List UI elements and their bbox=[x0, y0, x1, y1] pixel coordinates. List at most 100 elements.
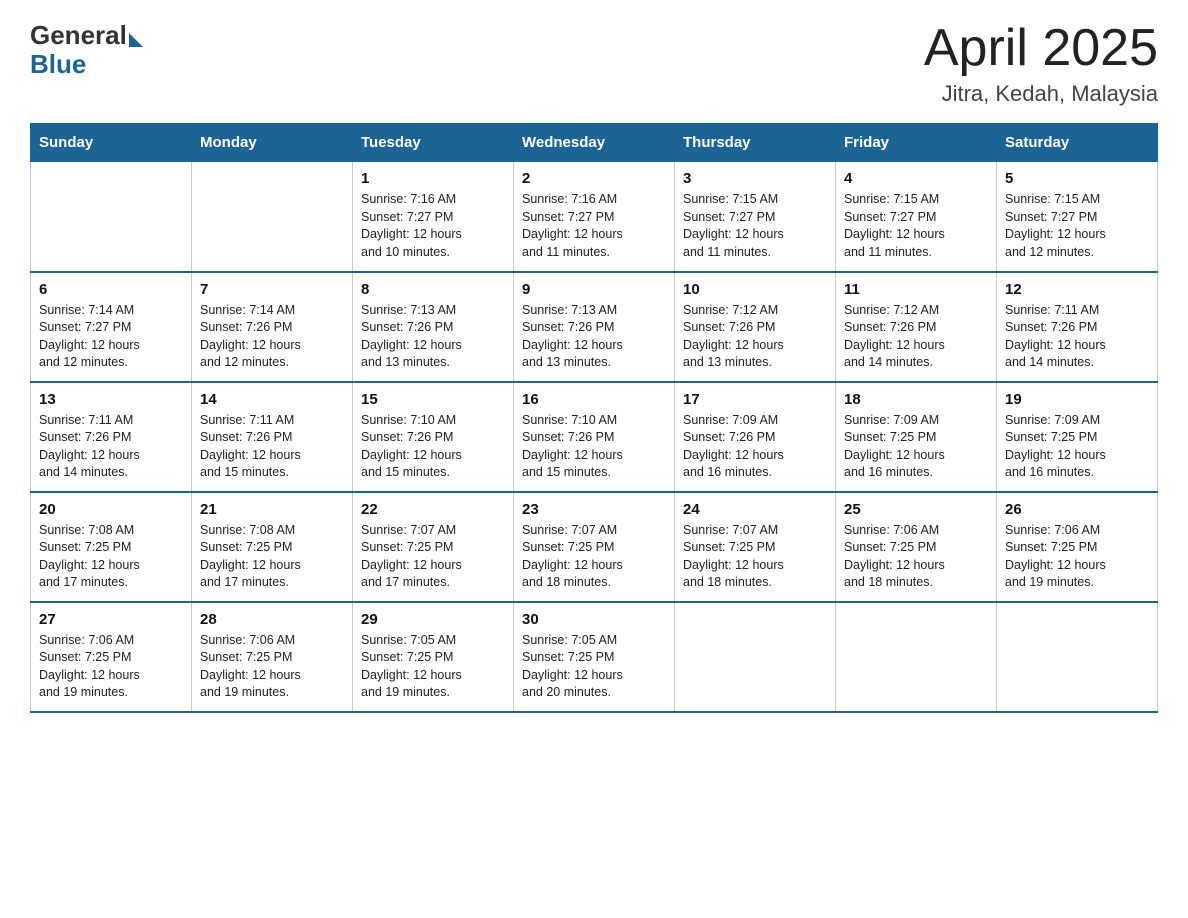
day-info: Sunrise: 7:05 AMSunset: 7:25 PMDaylight:… bbox=[522, 632, 666, 702]
day-number: 29 bbox=[361, 611, 505, 628]
day-number: 1 bbox=[361, 170, 505, 187]
day-info: Sunrise: 7:07 AMSunset: 7:25 PMDaylight:… bbox=[522, 522, 666, 592]
day-number: 21 bbox=[200, 501, 344, 518]
calendar-cell: 4Sunrise: 7:15 AMSunset: 7:27 PMDaylight… bbox=[836, 162, 997, 272]
day-info: Sunrise: 7:06 AMSunset: 7:25 PMDaylight:… bbox=[844, 522, 988, 592]
calendar-cell: 5 Sunrise: 7:15 AMSunset: 7:27 PMDaylight… bbox=[997, 162, 1158, 272]
column-header-friday: Friday bbox=[836, 124, 997, 162]
day-number: 8 bbox=[361, 281, 505, 298]
day-info: Sunrise: 7:16 AMSunset: 7:27 PMDaylight:… bbox=[522, 191, 666, 261]
calendar-cell: 11 Sunrise: 7:12 AMSunset: 7:26 PMDayligh… bbox=[836, 272, 997, 382]
day-info: Sunrise: 7:09 AMSunset: 7:25 PMDaylight:… bbox=[1005, 412, 1149, 482]
calendar-week-row: 6Sunrise: 7:14 AMSunset: 7:27 PMDaylight… bbox=[31, 272, 1158, 382]
calendar-cell: 8 Sunrise: 7:13 AMSunset: 7:26 PMDaylight… bbox=[353, 272, 514, 382]
calendar-cell bbox=[675, 602, 836, 712]
day-number: 4 bbox=[844, 170, 988, 187]
calendar-cell: 15 Sunrise: 7:10 AMSunset: 7:26 PMDayligh… bbox=[353, 382, 514, 492]
day-info: Sunrise: 7:14 AMSunset: 7:26 PMDaylight:… bbox=[200, 302, 344, 372]
day-number: 23 bbox=[522, 501, 666, 518]
column-header-monday: Monday bbox=[192, 124, 353, 162]
calendar-cell: 7Sunrise: 7:14 AMSunset: 7:26 PMDaylight… bbox=[192, 272, 353, 382]
column-header-thursday: Thursday bbox=[675, 124, 836, 162]
day-number: 26 bbox=[1005, 501, 1149, 518]
calendar-cell: 1 Sunrise: 7:16 AMSunset: 7:27 PMDaylight… bbox=[353, 162, 514, 272]
calendar-cell: 20 Sunrise: 7:08 AMSunset: 7:25 PMDayligh… bbox=[31, 492, 192, 602]
day-number: 16 bbox=[522, 391, 666, 408]
day-info: Sunrise: 7:08 AMSunset: 7:25 PMDaylight:… bbox=[39, 522, 183, 592]
day-number: 28 bbox=[200, 611, 344, 628]
day-number: 3 bbox=[683, 170, 827, 187]
logo-blue-text: Blue bbox=[30, 51, 86, 77]
calendar-cell: 9 Sunrise: 7:13 AMSunset: 7:26 PMDaylight… bbox=[514, 272, 675, 382]
day-info: Sunrise: 7:11 AMSunset: 7:26 PMDaylight:… bbox=[200, 412, 344, 482]
day-info: Sunrise: 7:15 AMSunset: 7:27 PMDaylight:… bbox=[683, 191, 827, 261]
day-number: 6 bbox=[39, 281, 183, 298]
day-number: 22 bbox=[361, 501, 505, 518]
day-number: 17 bbox=[683, 391, 827, 408]
calendar-cell bbox=[31, 162, 192, 272]
day-info: Sunrise: 7:12 AMSunset: 7:26 PMDaylight:… bbox=[683, 302, 827, 372]
calendar-cell: 22 Sunrise: 7:07 AMSunset: 7:25 PMDayligh… bbox=[353, 492, 514, 602]
day-number: 25 bbox=[844, 501, 988, 518]
day-info: Sunrise: 7:09 AMSunset: 7:25 PMDaylight:… bbox=[844, 412, 988, 482]
calendar-cell: 30Sunrise: 7:05 AMSunset: 7:25 PMDayligh… bbox=[514, 602, 675, 712]
calendar-cell: 17 Sunrise: 7:09 AMSunset: 7:26 PMDayligh… bbox=[675, 382, 836, 492]
day-number: 20 bbox=[39, 501, 183, 518]
day-info: Sunrise: 7:12 AMSunset: 7:26 PMDaylight:… bbox=[844, 302, 988, 372]
day-number: 14 bbox=[200, 391, 344, 408]
month-title: April 2025 bbox=[924, 20, 1158, 77]
day-info: Sunrise: 7:16 AMSunset: 7:27 PMDaylight:… bbox=[361, 191, 505, 261]
calendar-cell: 27 Sunrise: 7:06 AMSunset: 7:25 PMDayligh… bbox=[31, 602, 192, 712]
day-info: Sunrise: 7:11 AMSunset: 7:26 PMDaylight:… bbox=[39, 412, 183, 482]
calendar-week-row: 1 Sunrise: 7:16 AMSunset: 7:27 PMDaylight… bbox=[31, 162, 1158, 272]
day-info: Sunrise: 7:10 AMSunset: 7:26 PMDaylight:… bbox=[361, 412, 505, 482]
calendar-cell: 18 Sunrise: 7:09 AMSunset: 7:25 PMDayligh… bbox=[836, 382, 997, 492]
day-number: 9 bbox=[522, 281, 666, 298]
calendar-cell: 29 Sunrise: 7:05 AMSunset: 7:25 PMDayligh… bbox=[353, 602, 514, 712]
day-info: Sunrise: 7:10 AMSunset: 7:26 PMDaylight:… bbox=[522, 412, 666, 482]
day-info: Sunrise: 7:13 AMSunset: 7:26 PMDaylight:… bbox=[522, 302, 666, 372]
calendar-cell: 13Sunrise: 7:11 AMSunset: 7:26 PMDayligh… bbox=[31, 382, 192, 492]
calendar-cell: 12Sunrise: 7:11 AMSunset: 7:26 PMDayligh… bbox=[997, 272, 1158, 382]
calendar-table: SundayMondayTuesdayWednesdayThursdayFrid… bbox=[30, 123, 1158, 713]
day-number: 15 bbox=[361, 391, 505, 408]
day-number: 5 bbox=[1005, 170, 1149, 187]
calendar-cell bbox=[836, 602, 997, 712]
day-info: Sunrise: 7:06 AMSunset: 7:25 PMDaylight:… bbox=[200, 632, 344, 702]
day-info: Sunrise: 7:05 AMSunset: 7:25 PMDaylight:… bbox=[361, 632, 505, 702]
calendar-cell bbox=[192, 162, 353, 272]
calendar-cell: 2 Sunrise: 7:16 AMSunset: 7:27 PMDaylight… bbox=[514, 162, 675, 272]
calendar-cell: 28 Sunrise: 7:06 AMSunset: 7:25 PMDayligh… bbox=[192, 602, 353, 712]
day-info: Sunrise: 7:13 AMSunset: 7:26 PMDaylight:… bbox=[361, 302, 505, 372]
day-info: Sunrise: 7:09 AMSunset: 7:26 PMDaylight:… bbox=[683, 412, 827, 482]
day-number: 24 bbox=[683, 501, 827, 518]
title-section: April 2025 Jitra, Kedah, Malaysia bbox=[924, 20, 1158, 107]
day-number: 27 bbox=[39, 611, 183, 628]
day-number: 18 bbox=[844, 391, 988, 408]
day-number: 19 bbox=[1005, 391, 1149, 408]
column-header-wednesday: Wednesday bbox=[514, 124, 675, 162]
calendar-week-row: 20 Sunrise: 7:08 AMSunset: 7:25 PMDayligh… bbox=[31, 492, 1158, 602]
calendar-cell: 23 Sunrise: 7:07 AMSunset: 7:25 PMDayligh… bbox=[514, 492, 675, 602]
column-header-sunday: Sunday bbox=[31, 124, 192, 162]
calendar-cell: 14 Sunrise: 7:11 AMSunset: 7:26 PMDayligh… bbox=[192, 382, 353, 492]
day-info: Sunrise: 7:06 AMSunset: 7:25 PMDaylight:… bbox=[39, 632, 183, 702]
calendar-cell: 10Sunrise: 7:12 AMSunset: 7:26 PMDayligh… bbox=[675, 272, 836, 382]
column-header-saturday: Saturday bbox=[997, 124, 1158, 162]
day-number: 2 bbox=[522, 170, 666, 187]
calendar-cell: 24Sunrise: 7:07 AMSunset: 7:25 PMDayligh… bbox=[675, 492, 836, 602]
day-info: Sunrise: 7:11 AMSunset: 7:26 PMDaylight:… bbox=[1005, 302, 1149, 372]
calendar-week-row: 27 Sunrise: 7:06 AMSunset: 7:25 PMDayligh… bbox=[31, 602, 1158, 712]
calendar-cell: 19 Sunrise: 7:09 AMSunset: 7:25 PMDayligh… bbox=[997, 382, 1158, 492]
day-info: Sunrise: 7:07 AMSunset: 7:25 PMDaylight:… bbox=[361, 522, 505, 592]
page-header: General Blue April 2025 Jitra, Kedah, Ma… bbox=[30, 20, 1158, 107]
calendar-cell: 3 Sunrise: 7:15 AMSunset: 7:27 PMDaylight… bbox=[675, 162, 836, 272]
calendar-cell: 26Sunrise: 7:06 AMSunset: 7:25 PMDayligh… bbox=[997, 492, 1158, 602]
location-subtitle: Jitra, Kedah, Malaysia bbox=[924, 81, 1158, 107]
day-number: 11 bbox=[844, 281, 988, 298]
calendar-header-row: SundayMondayTuesdayWednesdayThursdayFrid… bbox=[31, 124, 1158, 162]
calendar-cell bbox=[997, 602, 1158, 712]
column-header-tuesday: Tuesday bbox=[353, 124, 514, 162]
day-info: Sunrise: 7:15 AMSunset: 7:27 PMDaylight:… bbox=[1005, 191, 1149, 261]
calendar-cell: 6Sunrise: 7:14 AMSunset: 7:27 PMDaylight… bbox=[31, 272, 192, 382]
